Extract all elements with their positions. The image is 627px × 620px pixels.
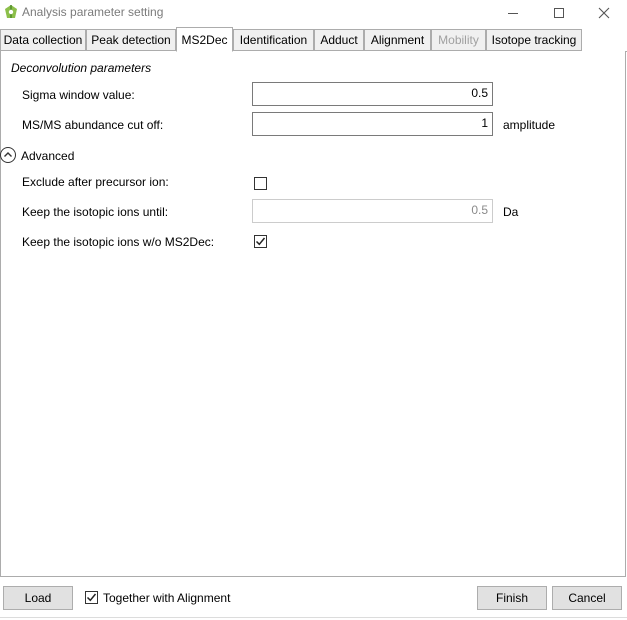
together-alignment-label[interactable]: Together with Alignment (103, 591, 230, 605)
title-bar: Analysis parameter setting (0, 0, 627, 26)
maximize-button[interactable] (536, 0, 582, 26)
checkmark-icon (86, 593, 97, 602)
minimize-icon (508, 13, 518, 14)
abundance-cutoff-label: MS/MS abundance cut off: (22, 118, 164, 132)
tab-peak-detection[interactable]: Peak detection (86, 29, 176, 51)
finish-button[interactable]: Finish (477, 586, 547, 610)
tab-ms2dec[interactable]: MS2Dec (176, 27, 233, 52)
window-title: Analysis parameter setting (22, 5, 164, 19)
tab-mobility: Mobility (431, 29, 486, 51)
abundance-cutoff-input[interactable]: 1 (252, 112, 493, 136)
tab-data-collection[interactable]: Data collection (0, 29, 86, 51)
abundance-unit-label: amplitude (503, 118, 556, 132)
maximize-icon (554, 8, 564, 18)
keep-isotopic-unit-label: Da (503, 205, 519, 219)
tab-alignment[interactable]: Alignment (364, 29, 431, 51)
close-button[interactable] (581, 0, 627, 26)
keep-isotopic-wo-checkbox[interactable] (254, 235, 267, 248)
chevron-up-icon (4, 152, 12, 157)
tab-adduct[interactable]: Adduct (314, 29, 364, 51)
keep-isotopic-until-input: 0.5 (252, 199, 493, 223)
tab-isotope-tracking[interactable]: Isotope tracking (486, 29, 582, 51)
sigma-window-label: Sigma window value: (22, 88, 135, 102)
keep-isotopic-until-label: Keep the isotopic ions until: (22, 205, 169, 219)
keep-isotopic-wo-label: Keep the isotopic ions w/o MS2Dec: (22, 235, 215, 249)
tab-identification[interactable]: Identification (233, 29, 314, 51)
app-logo-icon (3, 4, 19, 20)
cancel-button[interactable]: Cancel (552, 586, 622, 610)
checkmark-icon (255, 237, 266, 246)
load-button[interactable]: Load (3, 586, 73, 610)
bottom-separator (0, 617, 627, 618)
exclude-precursor-label: Exclude after precursor ion: (22, 175, 169, 189)
advanced-label[interactable]: Advanced (21, 149, 74, 163)
close-icon (598, 7, 610, 19)
minimize-button[interactable] (490, 0, 536, 26)
advanced-expander-button[interactable] (0, 147, 16, 163)
section-title: Deconvolution parameters (11, 61, 152, 75)
together-alignment-checkbox[interactable] (85, 591, 98, 604)
sigma-window-input[interactable]: 0.5 (252, 82, 493, 106)
exclude-precursor-checkbox[interactable] (254, 177, 267, 190)
